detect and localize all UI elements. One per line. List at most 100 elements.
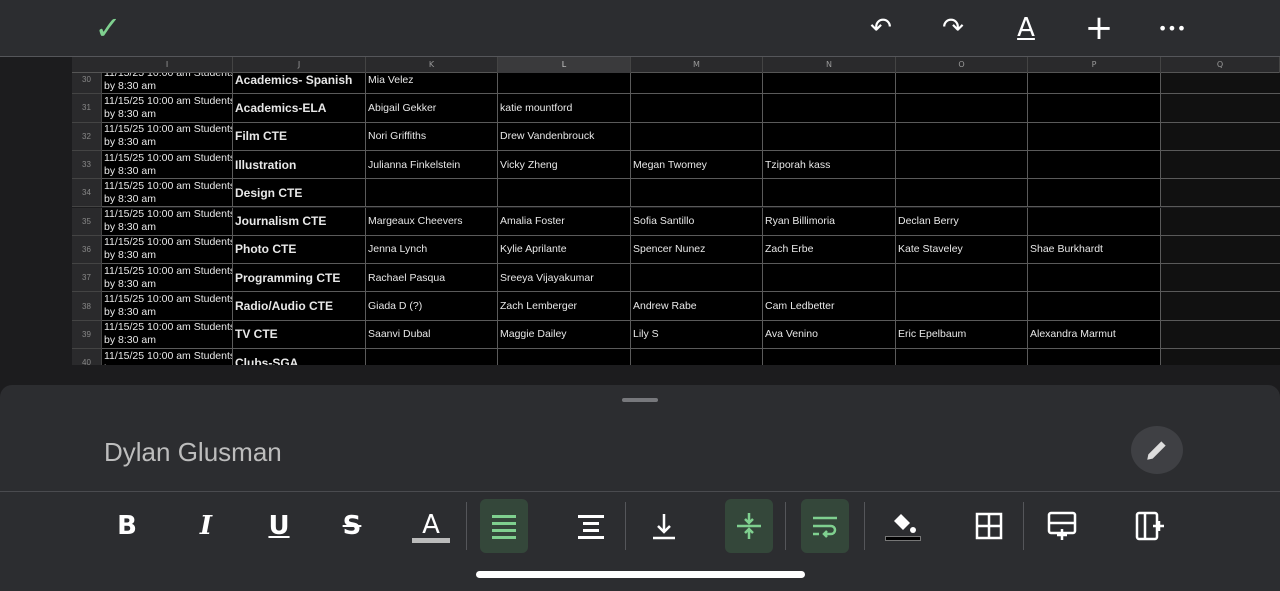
cell-name[interactable]: Vicky Zheng [498,150,631,180]
cell-department[interactable]: Radio/Audio CTE [233,292,366,321]
strikethrough-button[interactable]: S [328,499,376,553]
underline-button[interactable]: U [255,499,303,553]
cell-name[interactable]: Lily S [631,320,763,349]
cell-name[interactable] [631,349,763,365]
cell-department[interactable]: Design CTE [233,179,366,208]
cell-department[interactable]: Film CTE [233,122,366,151]
cell-name[interactable]: Maggie Dailey [498,320,631,349]
cell-name[interactable] [896,73,1028,95]
row-number[interactable]: 32 [72,122,102,151]
cell-name[interactable] [896,179,1028,208]
cell-name[interactable] [896,150,1028,180]
spreadsheet[interactable]: IJKLMNOPQ 3011/15/25 10:00 am Studentsby… [0,57,1280,365]
cell-time[interactable]: 11/15/25 10:00 am Studentsby 8:30 am [102,94,233,123]
cell-department[interactable]: Photo CTE [233,235,366,265]
cell-name[interactable]: Rachael Pasqua [366,264,498,293]
cell-empty[interactable] [1161,94,1280,123]
cell-empty[interactable] [1161,264,1280,293]
redo-button[interactable]: ↷ [933,10,973,46]
cell-time[interactable]: 11/15/25 10:00 am Studentsby 8:30 am [102,207,233,236]
cell-name[interactable]: katie mountford [498,94,631,123]
row-number[interactable]: 34 [72,179,102,208]
cell-name[interactable] [631,179,763,208]
cell-name[interactable] [1028,150,1161,180]
cell-time[interactable]: 11/15/25 10:00 am Studentsby 8:30 am [102,150,233,180]
cell-name[interactable] [1028,292,1161,321]
align-bottom-button[interactable] [640,499,688,553]
cell-name[interactable]: Mia Velez [366,73,498,95]
column-header-n[interactable]: N [763,57,896,73]
align-middle-button[interactable] [725,499,773,553]
fill-color-button[interactable] [879,499,927,553]
row-number[interactable]: 33 [72,150,102,180]
row-number[interactable]: 31 [72,94,102,123]
cell-name[interactable]: Sreeya Vijayakumar [498,264,631,293]
cell-name[interactable]: Tziporah kass [763,150,896,180]
cell-name[interactable]: Shae Burkhardt [1028,235,1161,265]
bold-button[interactable]: B [103,499,151,553]
cell-name[interactable] [1028,122,1161,151]
cell-time[interactable]: 11/15/25 10:00 am Studentsby 8:30 am [102,349,233,365]
cell-time[interactable]: 11/15/25 10:00 am Studentsby 8:30 am [102,179,233,208]
cell-name[interactable] [1028,264,1161,293]
cell-name[interactable] [896,292,1028,321]
cell-name[interactable] [498,73,631,95]
cell-name[interactable] [1028,94,1161,123]
cell-name[interactable]: Giada D (?) [366,292,498,321]
cell-department[interactable]: Clubs-SGA [233,349,366,365]
cell-name[interactable]: Drew Vandenbrouck [498,122,631,151]
cell-empty[interactable] [1161,179,1280,208]
borders-button[interactable] [965,499,1013,553]
row-number[interactable]: 36 [72,235,102,265]
cell-empty[interactable] [1161,349,1280,365]
align-left-button[interactable] [480,499,528,553]
italic-button[interactable]: I [182,499,230,553]
cell-name[interactable] [631,94,763,123]
cell-empty[interactable] [1161,150,1280,180]
cell-time[interactable]: 11/15/25 10:00 am Studentsby 8:30 am [102,73,233,95]
cell-name[interactable] [498,349,631,365]
cell-time[interactable]: 11/15/25 10:00 am Studentsby 8:30 am [102,122,233,151]
cell-name[interactable] [1028,349,1161,365]
cell-empty[interactable] [1161,207,1280,236]
cell-department[interactable]: Academics-ELA [233,94,366,123]
drag-handle[interactable] [622,398,658,402]
cell-name[interactable] [763,179,896,208]
cell-name[interactable] [763,122,896,151]
cell-name[interactable] [631,122,763,151]
cell-empty[interactable] [1161,122,1280,151]
cell-name[interactable]: Amalia Foster [498,207,631,236]
cell-name[interactable]: Cam Ledbetter [763,292,896,321]
cell-empty[interactable] [1161,73,1280,95]
cell-name[interactable] [366,349,498,365]
row-number[interactable]: 40 [72,349,102,365]
column-header-k[interactable]: K [366,57,498,73]
cell-name[interactable] [631,264,763,293]
column-header-o[interactable]: O [896,57,1028,73]
cell-name[interactable]: Zach Erbe [763,235,896,265]
insert-column-button[interactable] [1126,499,1174,553]
cell-name[interactable]: Andrew Rabe [631,292,763,321]
align-center-button[interactable] [567,499,615,553]
cell-department[interactable]: Academics- Spanish [233,73,366,95]
cell-name[interactable] [763,264,896,293]
cell-name[interactable] [896,122,1028,151]
cell-name[interactable]: Declan Berry [896,207,1028,236]
cell-name[interactable] [631,73,763,95]
cell-name[interactable] [1028,179,1161,208]
cell-name[interactable]: Jenna Lynch [366,235,498,265]
cell-time[interactable]: 11/15/25 10:00 am Studentsby 8:30 am [102,292,233,321]
text-format-button[interactable]: A [1006,10,1046,46]
cell-name[interactable]: Sofia Santillo [631,207,763,236]
cell-empty[interactable] [1161,292,1280,321]
cell-department[interactable]: Illustration [233,150,366,180]
edit-button[interactable] [1131,426,1183,474]
cell-name[interactable]: Kylie Aprilante [498,235,631,265]
cell-name[interactable]: Spencer Nunez [631,235,763,265]
cell-name[interactable]: Ava Venino [763,320,896,349]
wrap-text-button[interactable] [801,499,849,553]
home-indicator[interactable] [476,571,805,578]
row-number[interactable]: 38 [72,292,102,321]
cell-name[interactable]: Margeaux Cheevers [366,207,498,236]
cell-value[interactable]: Dylan Glusman [104,437,282,468]
